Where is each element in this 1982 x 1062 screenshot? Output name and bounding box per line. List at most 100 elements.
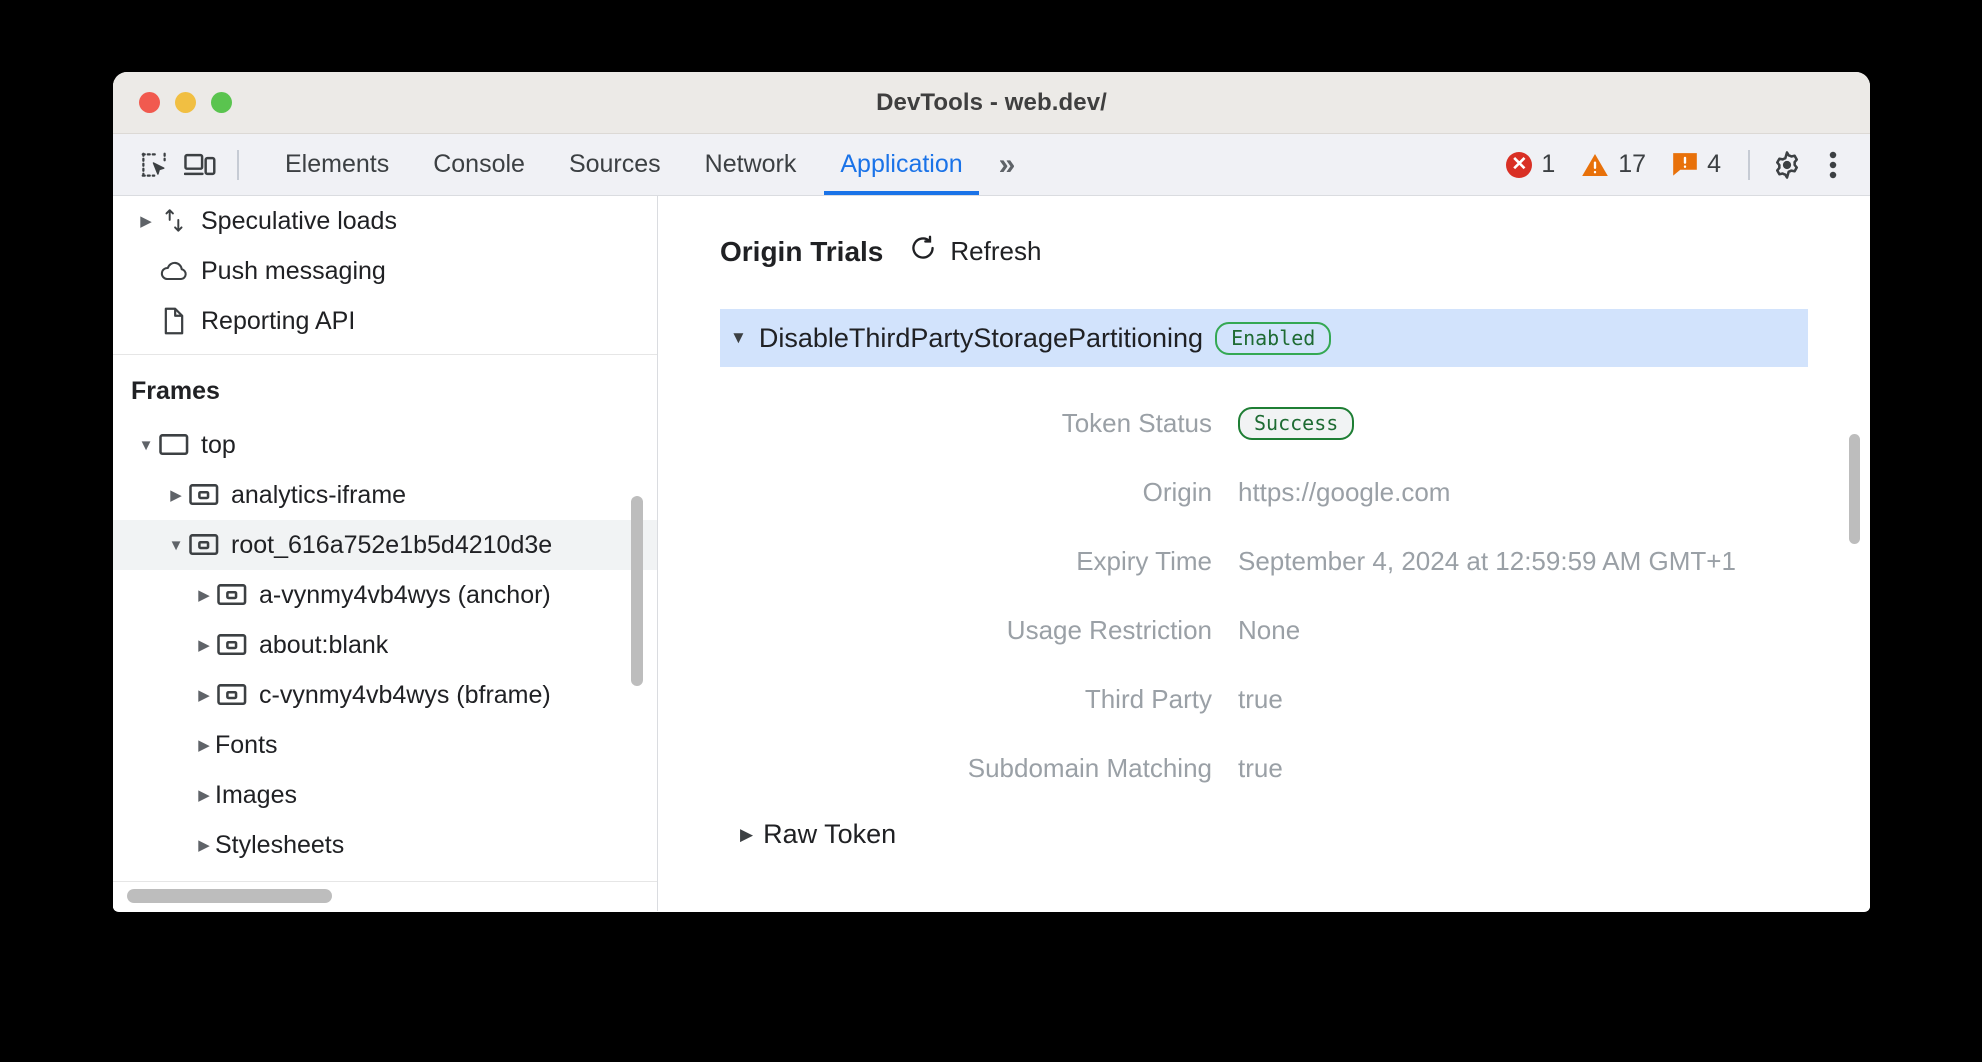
sidebar-item-root-frame[interactable]: ▼ root_616a752e1b5d4210d3e [113, 520, 657, 570]
frame-icon [157, 433, 191, 457]
chevron-down-icon[interactable]: ▼ [135, 437, 157, 454]
tab-application[interactable]: Application [818, 134, 984, 195]
frames-section-title: Frames [113, 355, 657, 420]
chevron-down-icon[interactable]: ▼ [730, 328, 747, 348]
sidebar-item-label: a-vynmy4vb4wys (anchor) [259, 581, 551, 610]
toolbar-right-group: ✕ 1 17 [1493, 134, 1856, 195]
sidebar-item-label: root_616a752e1b5d4210d3e [231, 531, 552, 560]
sidebar-item-label: Speculative loads [201, 207, 397, 236]
detail-value: https://google.com [1238, 477, 1450, 508]
tab-label: Application [840, 150, 962, 179]
chevron-right-icon[interactable]: ▶ [193, 836, 215, 854]
tab-network[interactable]: Network [683, 134, 819, 195]
more-tabs-icon[interactable]: » [985, 148, 1027, 182]
tab-label: Console [433, 150, 525, 179]
document-icon [157, 307, 191, 335]
tab-label: Sources [569, 150, 661, 179]
sidebar-item-top-frame[interactable]: ▼ top [113, 420, 657, 470]
chevron-right-icon[interactable]: ▶ [165, 486, 187, 504]
tab-label: Elements [285, 150, 389, 179]
updown-arrows-icon [157, 207, 191, 235]
chevron-down-icon[interactable]: ▼ [165, 537, 187, 554]
issue-icon [1672, 152, 1698, 178]
devtools-toolbar: Elements Console Sources Network Applica… [113, 134, 1870, 196]
kebab-menu-icon[interactable] [1810, 144, 1856, 186]
detail-key: Expiry Time [658, 546, 1238, 577]
tab-console[interactable]: Console [411, 134, 547, 195]
warning-counter[interactable]: 17 [1568, 150, 1659, 179]
detail-value: true [1238, 753, 1283, 784]
sidebar-item-label: Stylesheets [215, 831, 344, 860]
gear-icon[interactable] [1764, 144, 1810, 186]
sidebar-top-group: ▶ Speculative loads ▶ [113, 196, 657, 355]
chevron-right-icon[interactable]: ▶ [193, 636, 215, 654]
toolbar-divider [237, 150, 239, 180]
sidebar-item-images[interactable]: ▶ Images [113, 770, 657, 820]
sidebar-item-speculative-loads[interactable]: ▶ Speculative loads [113, 196, 657, 246]
raw-token-toggle[interactable]: ▶ Raw Token [658, 819, 1870, 850]
detail-row-expiry-time: Expiry Time September 4, 2024 at 12:59:5… [658, 527, 1870, 596]
refresh-icon [909, 234, 937, 269]
sidebar-item-stylesheets[interactable]: ▶ Stylesheets [113, 820, 657, 870]
error-count: 1 [1541, 150, 1555, 179]
iframe-icon [215, 633, 249, 657]
sidebar-item-bframe[interactable]: ▶ c-vynmy4vb4wys (bframe) [113, 670, 657, 720]
sidebar-vertical-scrollbar[interactable] [631, 496, 643, 686]
chevron-right-icon[interactable]: ▶ [193, 736, 215, 754]
sidebar-item-analytics-iframe[interactable]: ▶ analytics-iframe [113, 470, 657, 520]
panel-header: Origin Trials Refresh [658, 196, 1870, 269]
frames-tree: ▼ top ▶ [113, 420, 657, 870]
toolbar-divider-2 [1748, 150, 1750, 180]
sidebar-item-push-messaging[interactable]: ▶ Push messaging [113, 246, 657, 296]
panel-tabs: Elements Console Sources Network Applica… [263, 134, 1026, 195]
detail-row-subdomain-matching: Subdomain Matching true [658, 734, 1870, 803]
sidebar-horizontal-scrollbar-track[interactable] [113, 881, 657, 911]
sidebar-item-about-blank[interactable]: ▶ about:blank [113, 620, 657, 670]
refresh-label: Refresh [950, 236, 1041, 267]
detail-row-token-status: Token Status Success [658, 389, 1870, 458]
chevron-right-icon[interactable]: ▶ [193, 586, 215, 604]
screen: DevTools - web.dev/ Elements [0, 0, 1982, 1062]
iframe-icon [187, 533, 221, 557]
detail-key: Token Status [658, 408, 1238, 439]
devtools-window: DevTools - web.dev/ Elements [113, 72, 1870, 912]
warning-icon [1581, 152, 1609, 178]
detail-key: Origin [658, 477, 1238, 508]
token-status-badge: Success [1238, 407, 1354, 440]
inspect-element-icon[interactable] [131, 144, 177, 186]
refresh-button[interactable]: Refresh [909, 234, 1041, 269]
chevron-right-icon[interactable]: ▶ [135, 212, 157, 230]
sidebar-item-fonts[interactable]: ▶ Fonts [113, 720, 657, 770]
iframe-icon [215, 683, 249, 707]
main-vertical-scrollbar[interactable] [1849, 434, 1860, 544]
chevron-right-icon[interactable]: ▶ [193, 786, 215, 804]
sidebar-item-label: Reporting API [201, 307, 355, 336]
sidebar-horizontal-scrollbar-thumb[interactable] [127, 889, 332, 903]
origin-trial-name: DisableThirdPartyStoragePartitioning [759, 323, 1203, 354]
origin-trials-panel: Origin Trials Refresh ▼ DisableThirdP [658, 196, 1870, 911]
chevron-right-icon[interactable]: ▶ [193, 686, 215, 704]
chevron-right-icon[interactable]: ▶ [740, 825, 753, 845]
detail-row-usage-restriction: Usage Restriction None [658, 596, 1870, 665]
tab-sources[interactable]: Sources [547, 134, 683, 195]
sidebar-item-reporting-api[interactable]: ▶ Reporting API [113, 296, 657, 346]
device-toolbar-icon[interactable] [177, 144, 223, 186]
sidebar-item-label: Fonts [215, 731, 278, 760]
sidebar-item-label: top [201, 431, 236, 460]
application-sidebar: ▶ Speculative loads ▶ [113, 196, 658, 911]
detail-value: Success [1238, 407, 1354, 440]
iframe-icon [187, 483, 221, 507]
sidebar-item-label: Push messaging [201, 257, 386, 286]
sidebar-item-anchor-frame[interactable]: ▶ a-vynmy4vb4wys (anchor) [113, 570, 657, 620]
issues-counter[interactable]: 4 [1659, 150, 1734, 179]
sidebar-item-label: analytics-iframe [231, 481, 406, 510]
origin-trial-details: Token Status Success Origin https://goog… [658, 389, 1870, 803]
error-icon: ✕ [1506, 152, 1532, 178]
origin-trial-row[interactable]: ▼ DisableThirdPartyStoragePartitioning E… [720, 309, 1808, 367]
detail-value: September 4, 2024 at 12:59:59 AM GMT+1 [1238, 546, 1736, 577]
tab-elements[interactable]: Elements [263, 134, 411, 195]
sidebar-item-label: about:blank [259, 631, 388, 660]
detail-key: Usage Restriction [658, 615, 1238, 646]
detail-value: true [1238, 684, 1283, 715]
error-counter[interactable]: ✕ 1 [1493, 150, 1568, 179]
